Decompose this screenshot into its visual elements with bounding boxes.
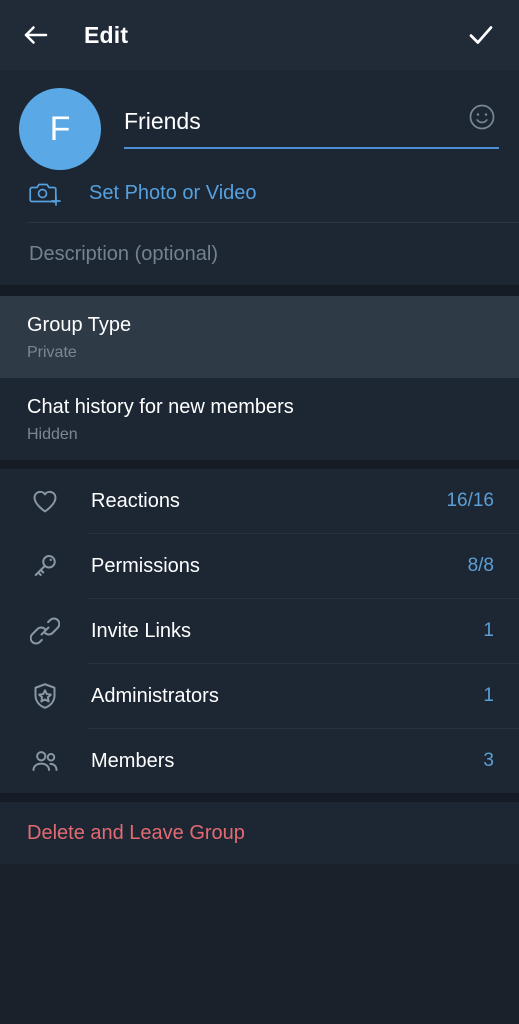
shield-star-icon (27, 678, 63, 714)
delete-and-leave-group-button[interactable]: Delete and Leave Group (0, 802, 519, 864)
group-name-input[interactable] (124, 108, 499, 145)
section-gap (0, 793, 519, 802)
name-input-underline (124, 147, 499, 149)
danger-section: Delete and Leave Group (0, 802, 519, 864)
setting-subtitle: Hidden (27, 426, 78, 443)
description-placeholder: Description (optional) (29, 242, 218, 265)
group-settings-section: Group Type Private Chat history for new … (0, 296, 519, 460)
setting-title: Group Type (27, 314, 132, 336)
list-item-permissions[interactable]: Permissions 8/8 (0, 534, 519, 598)
description-field[interactable]: Description (optional) (0, 223, 519, 285)
arrow-left-icon (21, 20, 51, 50)
list-item-label: Administrators (91, 684, 219, 707)
set-photo-button[interactable]: Set Photo or Video (0, 164, 519, 222)
setting-row-group-type[interactable]: Group Type Private (0, 296, 519, 378)
list-item-members[interactable]: Members 3 (0, 729, 519, 793)
list-item-value: 3 (483, 750, 494, 771)
list-item-label: Members (91, 749, 175, 772)
group-edit-screen: Edit F Friends Set Photo or Video Descri… (0, 0, 519, 1024)
page-background-filler (0, 864, 519, 1024)
camera-plus-icon (29, 178, 63, 208)
checkmark-icon (466, 20, 496, 50)
name-field-wrapper (124, 88, 499, 149)
key-icon (27, 548, 63, 584)
list-item-administrators[interactable]: Administrators 1 (0, 664, 519, 728)
list-item-value: 8/8 (467, 555, 494, 576)
list-item-invite-links[interactable]: Invite Links 1 (0, 599, 519, 663)
name-row: F (0, 70, 519, 170)
smiley-icon[interactable] (467, 102, 499, 134)
heart-icon (27, 483, 63, 519)
setting-row-chat-history[interactable]: Chat history for new members Hidden (0, 378, 519, 460)
list-item-value: 16/16 (446, 490, 494, 511)
list-item-reactions[interactable]: Reactions 16/16 (0, 469, 519, 533)
list-item-label: Invite Links (91, 619, 192, 642)
link-icon (27, 613, 63, 649)
section-gap (0, 460, 519, 469)
group-options-section: Reactions 16/16 Permissions 8/8 Invite L… (0, 469, 519, 793)
app-bar: Edit (0, 0, 519, 70)
list-item-label: Reactions (91, 489, 180, 512)
setting-title: Chat history for new members (27, 396, 294, 418)
list-item-value: 1 (483, 620, 494, 641)
done-button[interactable] (455, 9, 507, 61)
delete-and-leave-group-label: Delete and Leave Group (27, 821, 245, 844)
list-item-value: 1 (483, 685, 494, 706)
section-gap (0, 285, 519, 296)
back-button[interactable] (8, 7, 64, 63)
avatar: F (19, 88, 101, 170)
setting-subtitle: Private (27, 344, 77, 361)
list-item-label: Permissions (91, 554, 200, 577)
page-title: Edit (84, 21, 129, 48)
profile-section: F Friends Set Photo or Video Description… (0, 70, 519, 285)
people-icon (27, 743, 63, 779)
set-photo-label: Set Photo or Video (89, 181, 257, 204)
